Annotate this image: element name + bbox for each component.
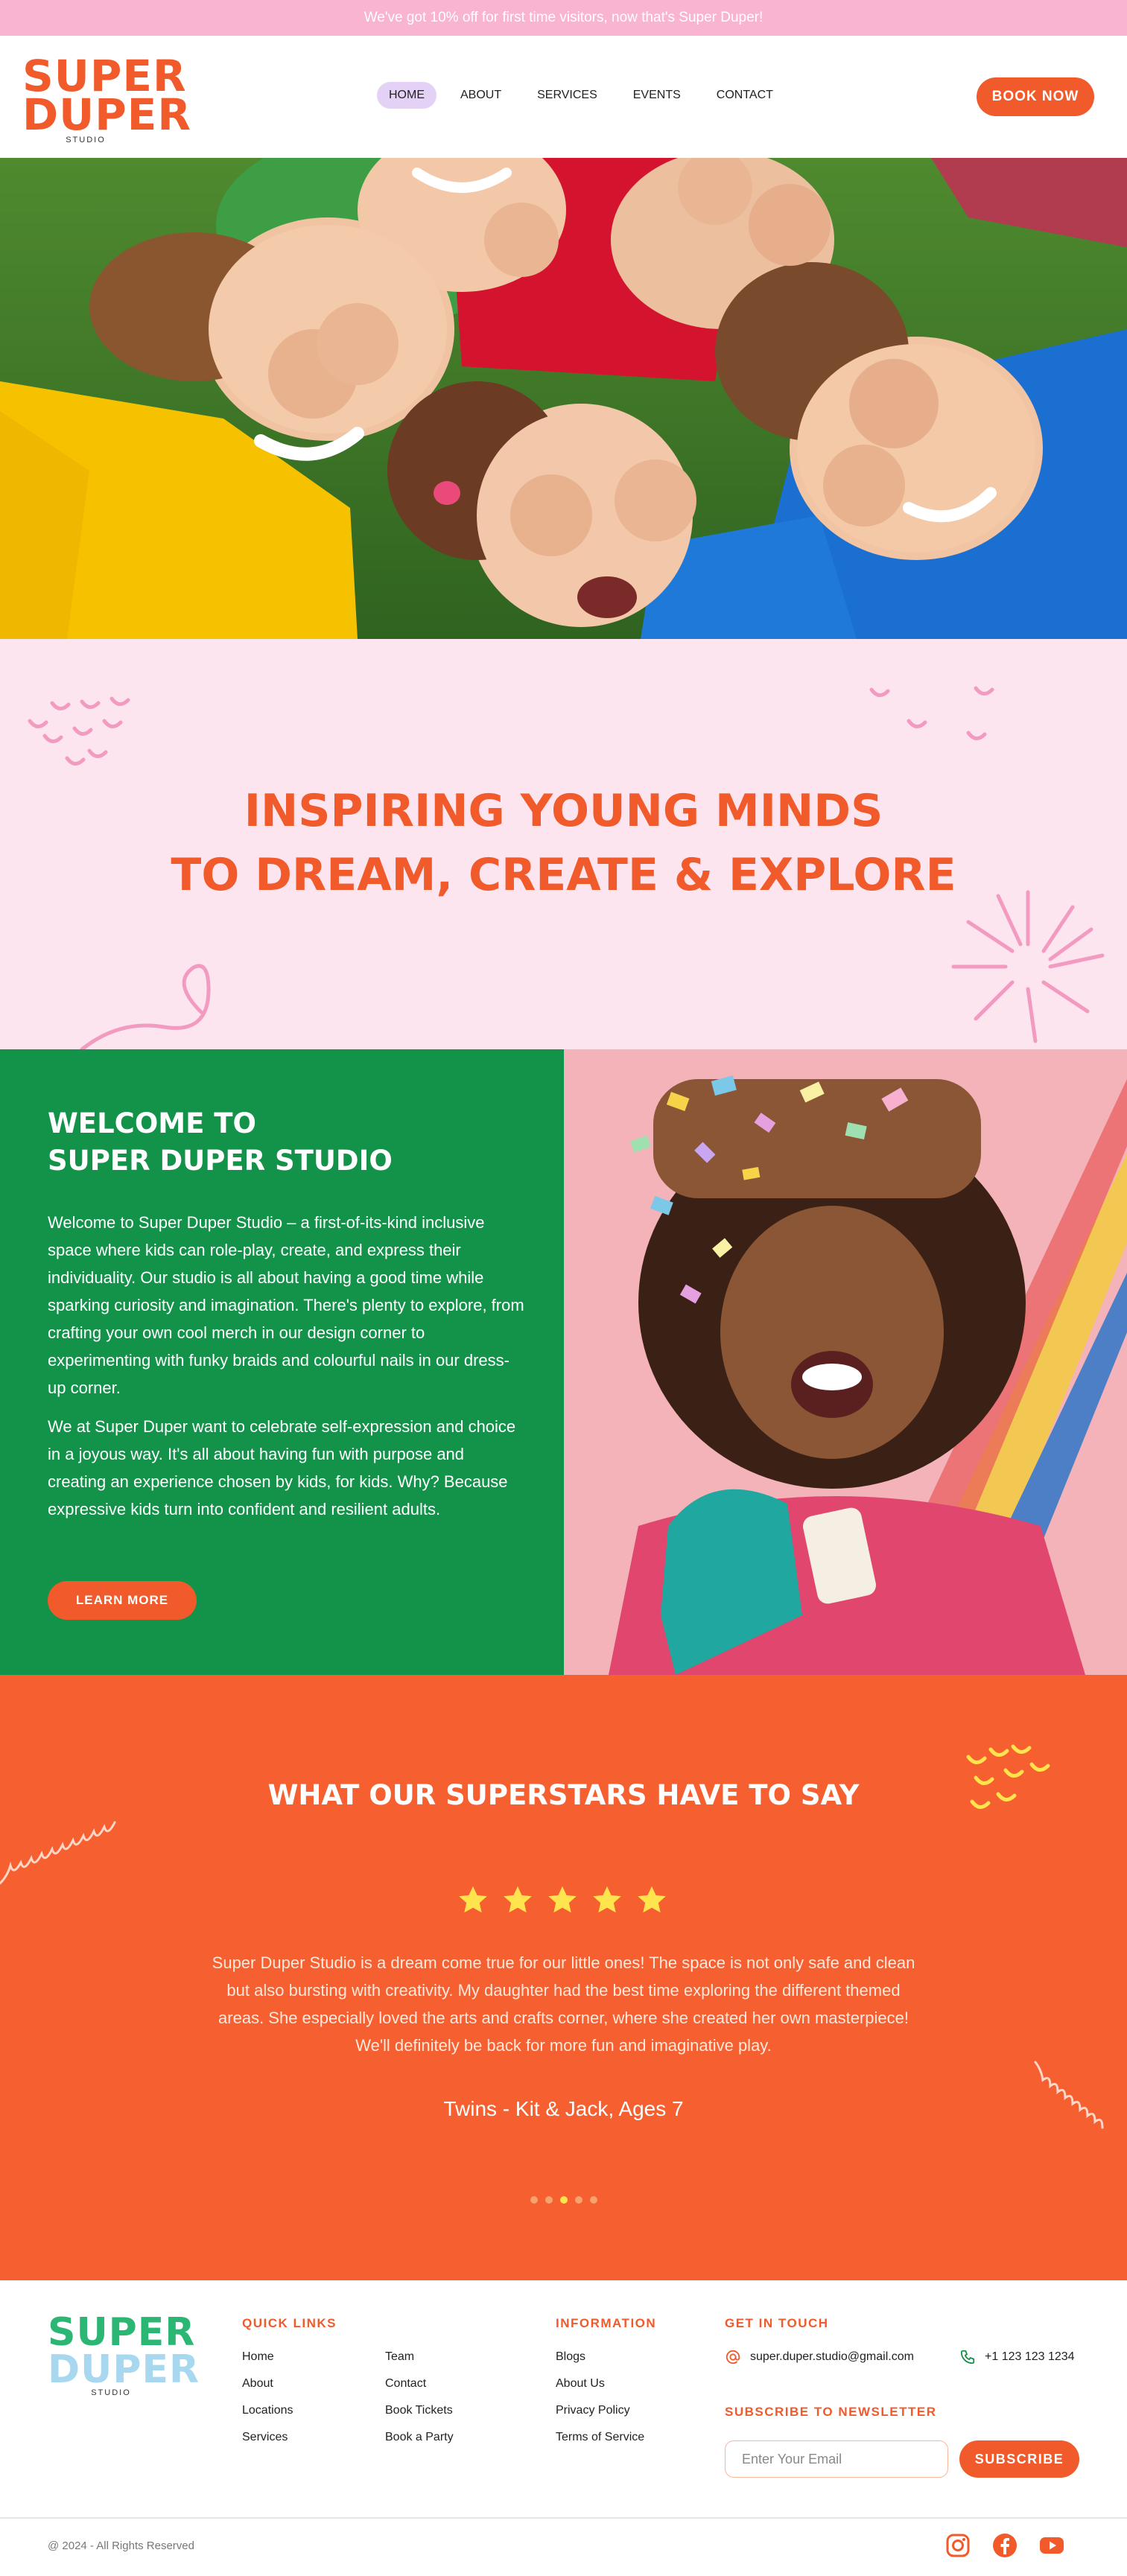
welcome-title-line1: WELCOME TO [48, 1107, 256, 1139]
carousel-dots [530, 2196, 597, 2204]
learn-more-button[interactable]: LEARN MORE [48, 1581, 197, 1620]
phone-text: +1 123 123 1234 [985, 2350, 1075, 2363]
girl-confetti-illustration [564, 1049, 1127, 1675]
logo-line2: DUPER [22, 89, 192, 140]
announcement-bar: We've got 10% off for first time visitor… [0, 0, 1127, 36]
nav-services[interactable]: SERVICES [525, 82, 609, 109]
information-title: INFORMATION [556, 2316, 657, 2330]
copyright-text: @ 2024 - All Rights Reserved [48, 2540, 194, 2552]
nav-about[interactable]: ABOUT [448, 82, 513, 109]
footer-link-contact[interactable]: Contact [385, 2377, 426, 2391]
footer-link-blogs[interactable]: Blogs [556, 2350, 585, 2364]
footer-link-book-tickets[interactable]: Book Tickets [385, 2404, 453, 2417]
star-icon [593, 1886, 621, 1913]
newsletter-email-input[interactable] [725, 2440, 948, 2478]
hero-illustration [0, 158, 1127, 639]
nav-contact[interactable]: CONTACT [705, 82, 785, 109]
welcome-image [564, 1049, 1127, 1675]
star-icon [504, 1886, 532, 1913]
nav-events[interactable]: EVENTS [621, 82, 693, 109]
inspire-line2: TO DREAM, CREATE & EXPLORE [171, 849, 956, 901]
hero-image [0, 158, 1127, 639]
testimonials-heading: WHAT OUR SUPERSTARS HAVE TO SAY [267, 1779, 860, 1811]
footer-link-privacy[interactable]: Privacy Policy [556, 2404, 630, 2417]
welcome-paragraph-1: Welcome to Super Duper Studio – a first-… [48, 1213, 524, 1397]
footer-link-book-party[interactable]: Book a Party [385, 2431, 454, 2444]
welcome-section: WELCOME TO SUPER DUPER STUDIO Welcome to… [0, 1049, 564, 1675]
carousel-dot[interactable] [590, 2196, 597, 2204]
main-nav: HOME ABOUT SERVICES EVENTS CONTACT [377, 82, 785, 109]
youtube-icon[interactable] [1038, 2532, 1065, 2559]
announcement-text: We've got 10% off for first time visitor… [364, 10, 763, 25]
footer-link-locations[interactable]: Locations [242, 2404, 293, 2417]
footer-logo-line2: DUPER [48, 2347, 200, 2392]
footer-link-terms[interactable]: Terms of Service [556, 2431, 644, 2444]
email-contact[interactable]: super.duper.studio@gmail.com [725, 2349, 914, 2365]
instagram-icon[interactable] [945, 2532, 971, 2559]
testimonial-author: Twins - Kit & Jack, Ages 7 [443, 2097, 684, 2120]
email-text: super.duper.studio@gmail.com [750, 2350, 914, 2363]
inspire-line1: INSPIRING YOUNG MINDS [244, 785, 883, 837]
footer-link-services[interactable]: Services [242, 2431, 288, 2444]
testimonial-quote: Super Duper Studio is a dream come true … [212, 1953, 915, 2055]
logo[interactable]: SUPER DUPER STUDIO [22, 54, 192, 144]
inspire-heading: INSPIRING YOUNG MINDS TO DREAM, CREATE &… [0, 779, 1127, 907]
footer-logo[interactable]: SUPER DUPER STUDIO [48, 2310, 200, 2397]
inspire-section: INSPIRING YOUNG MINDS TO DREAM, CREATE &… [0, 639, 1127, 1049]
testimonials-section: WHAT OUR SUPERSTARS HAVE TO SAY Super Du… [0, 1675, 1127, 2280]
footer-link-team[interactable]: Team [385, 2350, 414, 2364]
carousel-dot[interactable] [530, 2196, 538, 2204]
footer-logo-line1: SUPER [48, 2310, 196, 2355]
phone-contact[interactable]: +1 123 123 1234 [959, 2349, 1075, 2365]
book-now-button[interactable]: BOOK NOW [977, 77, 1094, 116]
nav-home[interactable]: HOME [377, 82, 436, 109]
welcome-title-line2: SUPER DUPER STUDIO [48, 1145, 393, 1177]
newsletter-title: SUBSCRIBE TO NEWSLETTER [725, 2405, 937, 2419]
footer-divider [0, 2517, 1127, 2519]
footer-link-home[interactable]: Home [242, 2350, 274, 2364]
footer-link-about[interactable]: About [242, 2377, 273, 2391]
star-icon [638, 1886, 666, 1913]
star-icon [548, 1886, 577, 1913]
facebook-icon[interactable] [991, 2532, 1018, 2559]
phone-icon [960, 2350, 975, 2364]
site-header: SUPER DUPER STUDIO HOME ABOUT SERVICES E… [0, 36, 1127, 158]
star-icon [459, 1886, 487, 1913]
carousel-dot-active[interactable] [560, 2196, 568, 2204]
quick-links-title: QUICK LINKS [242, 2316, 337, 2330]
site-footer: SUPER DUPER STUDIO QUICK LINKS Home Abou… [0, 2280, 1127, 2576]
footer-link-about-us[interactable]: About Us [556, 2377, 605, 2391]
subscribe-button[interactable]: SUBSCRIBE [959, 2440, 1079, 2478]
carousel-dot[interactable] [575, 2196, 582, 2204]
at-sign-icon [726, 2350, 740, 2364]
get-in-touch-title: GET IN TOUCH [725, 2316, 829, 2330]
welcome-paragraph-2: We at Super Duper want to celebrate self… [48, 1417, 516, 1518]
welcome-heading: WELCOME TO SUPER DUPER STUDIO [48, 1105, 393, 1180]
rating-stars [456, 1883, 669, 1918]
carousel-dot[interactable] [545, 2196, 553, 2204]
